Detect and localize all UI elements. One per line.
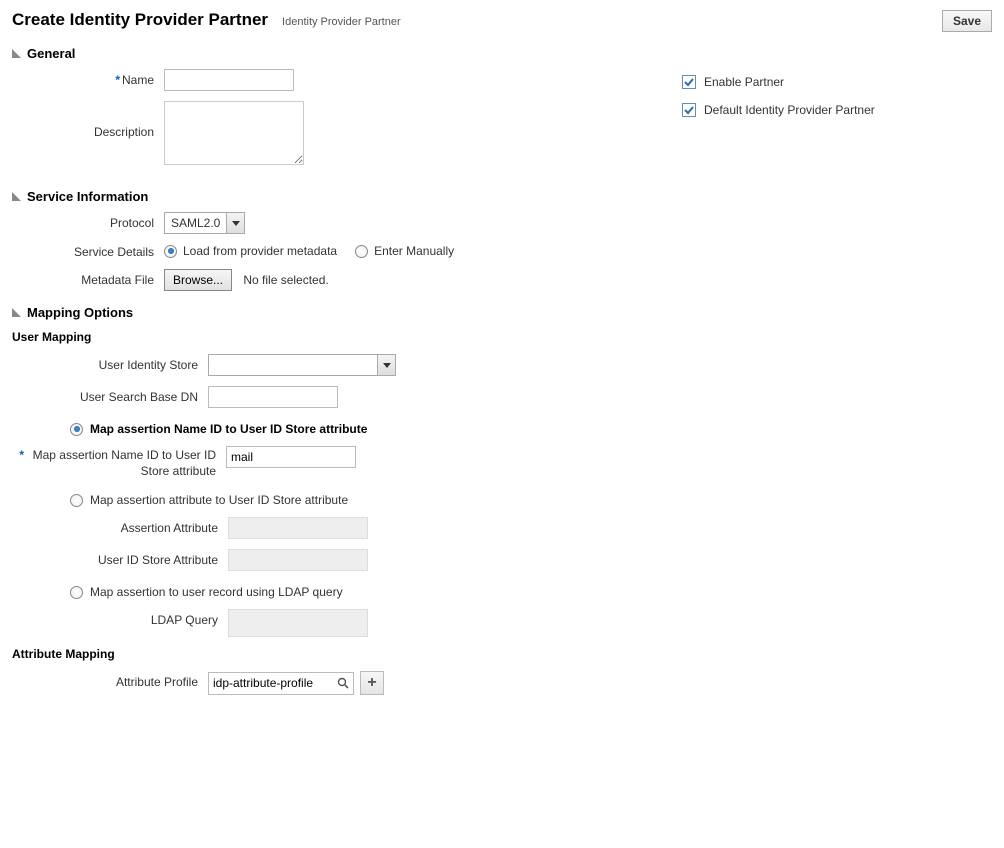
radio-map-attribute-label: Map assertion attribute to User ID Store… xyxy=(90,493,348,507)
radio-icon xyxy=(164,245,177,258)
radio-icon xyxy=(70,586,83,599)
map-name-id-input[interactable] xyxy=(226,446,356,468)
user-identity-store-value xyxy=(209,355,377,375)
plus-icon: + xyxy=(367,675,376,691)
radio-map-ldap[interactable]: Map assertion to user record using LDAP … xyxy=(70,585,992,599)
section-header-service-info[interactable]: Service Information xyxy=(12,189,992,204)
user-id-store-attribute-label: User ID Store Attribute xyxy=(12,549,228,567)
radio-icon xyxy=(70,423,83,436)
radio-map-name-id[interactable]: Map assertion Name ID to User ID Store a… xyxy=(70,422,992,436)
description-textarea[interactable] xyxy=(164,101,304,165)
map-name-id-field-label: *Map assertion Name ID to User ID Store … xyxy=(12,446,226,479)
collapse-icon xyxy=(12,49,21,58)
metadata-file-label: Metadata File xyxy=(12,269,164,287)
enable-partner-label: Enable Partner xyxy=(704,75,784,89)
default-idp-checkbox[interactable] xyxy=(682,103,696,117)
breadcrumb: Identity Provider Partner xyxy=(282,16,401,28)
radio-map-ldap-label: Map assertion to user record using LDAP … xyxy=(90,585,343,599)
radio-enter-manually[interactable]: Enter Manually xyxy=(355,244,454,258)
collapse-icon xyxy=(12,308,21,317)
attribute-profile-input[interactable] xyxy=(209,674,333,692)
protocol-label: Protocol xyxy=(12,212,164,230)
name-input[interactable] xyxy=(164,69,294,91)
description-label: Description xyxy=(12,101,164,139)
attribute-profile-combo[interactable] xyxy=(208,672,354,695)
file-status: No file selected. xyxy=(243,273,328,287)
attribute-mapping-heading: Attribute Mapping xyxy=(12,647,992,661)
radio-icon xyxy=(70,494,83,507)
assertion-attribute-input xyxy=(228,517,368,539)
user-search-base-dn-input[interactable] xyxy=(208,386,338,408)
user-identity-store-select[interactable] xyxy=(208,354,396,376)
save-button[interactable]: Save xyxy=(942,10,992,32)
radio-map-attribute[interactable]: Map assertion attribute to User ID Store… xyxy=(70,493,992,507)
ldap-query-input xyxy=(228,609,368,637)
user-id-store-attribute-input xyxy=(228,549,368,571)
protocol-select[interactable]: SAML2.0 xyxy=(164,212,245,234)
user-search-base-dn-label: User Search Base DN xyxy=(12,386,208,404)
section-title-general: General xyxy=(27,46,75,61)
ldap-query-label: LDAP Query xyxy=(12,609,228,627)
load-metadata-label: Load from provider metadata xyxy=(183,244,337,258)
search-icon[interactable] xyxy=(333,673,353,694)
section-title-service-info: Service Information xyxy=(27,189,148,204)
browse-button[interactable]: Browse... xyxy=(164,269,232,291)
enable-partner-checkbox[interactable] xyxy=(682,75,696,89)
user-mapping-heading: User Mapping xyxy=(12,330,992,344)
radio-load-metadata[interactable]: Load from provider metadata xyxy=(164,244,337,258)
user-identity-store-label: User Identity Store xyxy=(12,354,208,372)
enter-manually-label: Enter Manually xyxy=(374,244,454,258)
protocol-value: SAML2.0 xyxy=(165,213,226,233)
radio-icon xyxy=(355,245,368,258)
radio-map-name-id-label: Map assertion Name ID to User ID Store a… xyxy=(90,422,367,436)
collapse-icon xyxy=(12,192,21,201)
page-title: Create Identity Provider Partner xyxy=(12,10,268,30)
section-title-mapping: Mapping Options xyxy=(27,305,133,320)
assertion-attribute-label: Assertion Attribute xyxy=(12,517,228,535)
default-idp-label: Default Identity Provider Partner xyxy=(704,103,875,117)
add-button[interactable]: + xyxy=(360,671,384,695)
service-details-label: Service Details xyxy=(12,244,164,259)
section-header-general[interactable]: General xyxy=(12,46,992,61)
attribute-profile-label: Attribute Profile xyxy=(12,671,208,689)
section-header-mapping[interactable]: Mapping Options xyxy=(12,305,992,320)
chevron-down-icon[interactable] xyxy=(226,213,244,233)
name-label: *Name xyxy=(12,69,164,87)
chevron-down-icon[interactable] xyxy=(377,355,395,375)
